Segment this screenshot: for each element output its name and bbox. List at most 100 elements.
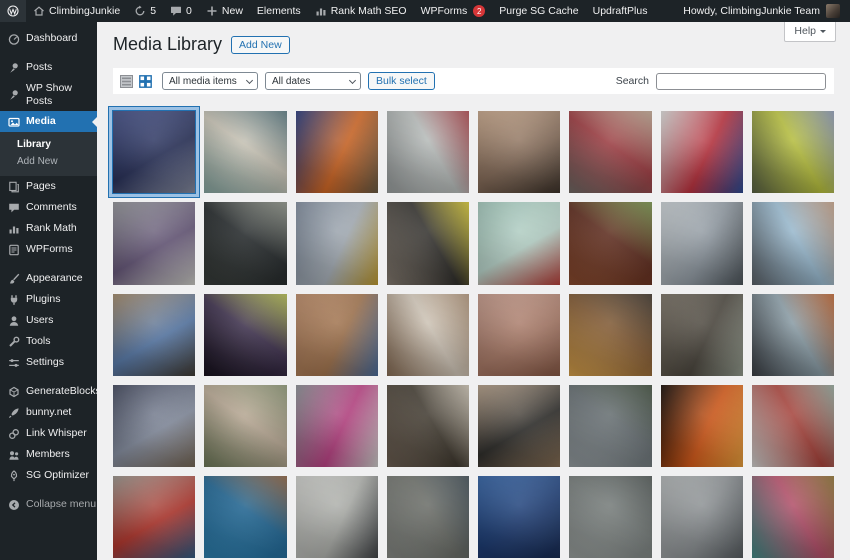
sidebar-item-settings[interactable]: Settings (0, 352, 97, 373)
sidebar-item-rank-math[interactable]: Rank Math (0, 218, 97, 239)
sidebar-item-collapse-menu[interactable]: Collapse menu (0, 494, 97, 515)
sidebar-item-wpforms[interactable]: WPForms (0, 239, 97, 260)
sidebar-item-dashboard[interactable]: Dashboard (0, 28, 97, 49)
media-item-boulder-field-hikers[interactable] (661, 476, 743, 558)
users-icon (7, 314, 20, 327)
sidebar-item-label: Media (26, 115, 56, 128)
media-item-climbing-shoes-closeup[interactable] (661, 294, 743, 376)
media-item-woman-tying-in-gray-purple[interactable] (113, 202, 195, 284)
media-item-vivid-ridge-hikers[interactable] (752, 476, 834, 558)
sidebar-item-label: Dashboard (26, 32, 77, 45)
media-item-gray-wall-belayer[interactable] (387, 476, 469, 558)
media-item-sunset-silhouette-pair[interactable] (569, 294, 651, 376)
admin-bar-updates[interactable]: 5 (127, 0, 163, 22)
sidebar-item-bunny-net[interactable]: bunny.net (0, 402, 97, 423)
admin-bar-comments[interactable]: 0 (163, 0, 199, 22)
admin-bar-updraftplus[interactable]: UpdraftPlus (586, 0, 655, 22)
media-item-outdoor-training-wall[interactable] (569, 476, 651, 558)
admin-bar-label: 0 (186, 5, 192, 17)
sidebar-item-plugins[interactable]: Plugins (0, 289, 97, 310)
media-item-blue-boulder-wall[interactable] (296, 202, 378, 284)
media-icon (7, 115, 20, 128)
media-item-woman-indoor-gray-wall[interactable] (387, 111, 469, 193)
media-item-orange-jacket-boulder-sky[interactable] (296, 111, 378, 193)
media-item-night-cave-light-beam[interactable] (204, 294, 286, 376)
settings-icon (7, 356, 20, 369)
sidebar-item-users[interactable]: Users (0, 310, 97, 331)
sidebar-item-posts[interactable]: Posts (0, 57, 97, 78)
admin-bar-wpforms[interactable]: WPForms2 (414, 0, 493, 22)
media-item-top-down-belay-view[interactable] (113, 294, 195, 376)
sidebar-item-label: WPForms (26, 243, 73, 256)
list-view-icon[interactable] (119, 74, 134, 89)
bulk-select-button[interactable]: Bulk select (368, 72, 435, 90)
media-item-crag-and-gym-pair[interactable] (569, 111, 651, 193)
submenu-item-library[interactable]: Library (0, 136, 97, 153)
media-item-rappel-gray-cliff[interactable] (569, 385, 651, 467)
admin-bar-elements[interactable]: Elements (250, 0, 308, 22)
media-item-woman-tan-rock[interactable] (478, 111, 560, 193)
sidebar-item-appearance[interactable]: Appearance (0, 268, 97, 289)
media-type-filter[interactable]: All media items (162, 72, 258, 90)
media-item-snowy-ridge-mountaineer[interactable] (661, 202, 743, 284)
admin-bar-label: WPForms (421, 5, 468, 17)
media-item-sandstone-sport-route[interactable] (296, 294, 378, 376)
sidebar-item-media[interactable]: Media (0, 111, 97, 132)
sidebar-item-tools[interactable]: Tools (0, 331, 97, 352)
sidebar-item-members[interactable]: Members (0, 444, 97, 465)
admin-bar-site-name[interactable]: ClimbingJunkie (26, 0, 127, 22)
sidebar-item-generateblocks[interactable]: GenerateBlocks (0, 381, 97, 402)
sidebar-item-label: SG Optimizer (26, 469, 89, 482)
media-item-yellow-jacket-crag-pair[interactable] (752, 111, 834, 193)
pin-icon (7, 61, 20, 74)
media-item-pink-boulder-problem[interactable] (296, 385, 378, 467)
admin-bar-wp-logo[interactable] (0, 0, 26, 22)
media-item-white-gym-session[interactable] (296, 476, 378, 558)
admin-bar-account[interactable]: Howdy, ClimbingJunkie Team (673, 0, 850, 22)
media-item-dark-gym-woman[interactable] (204, 202, 286, 284)
sidebar-item-pages[interactable]: Pages (0, 176, 97, 197)
media-item-chalked-hands[interactable] (387, 294, 469, 376)
media-item-dark-slab-blue-sky[interactable] (752, 202, 834, 284)
sidebar-item-link-whisper[interactable]: Link Whisper (0, 423, 97, 444)
sidebar-item-label: WP Show Posts (26, 82, 97, 107)
help-tab[interactable]: Help (784, 22, 836, 42)
admin-bar-new-content[interactable]: New (199, 0, 250, 22)
sidebar-item-label: Plugins (26, 293, 60, 306)
sidebar-item-wp-show-posts[interactable]: WP Show Posts (0, 78, 97, 111)
admin-bar-rank-math-seo[interactable]: Rank Math SEO (308, 0, 414, 22)
media-item-helmet-overhang-climber[interactable] (387, 385, 469, 467)
media-item-indoor-wall-holds-closeup[interactable] (204, 111, 286, 193)
media-item-desert-roof-climber[interactable] (478, 385, 560, 467)
search-input[interactable] (656, 73, 826, 90)
grid-view-icon[interactable] (138, 74, 153, 89)
admin-bar-purge-sg-cache[interactable]: Purge SG Cache (492, 0, 585, 22)
add-new-button[interactable]: Add New (231, 36, 290, 54)
admin-sidebar: DashboardPostsWP Show PostsMediaLibraryA… (0, 22, 97, 560)
sidebar-item-label: Link Whisper (26, 427, 87, 440)
media-item-chalk-dust-hands-sky[interactable] (113, 385, 195, 467)
media-item-sea-cliff-orange-climber[interactable] (752, 294, 834, 376)
media-item-sun-disc-silhouette[interactable] (661, 385, 743, 467)
media-item-rope-hang-blue-sky[interactable] (204, 476, 286, 558)
media-item-blue-ropes-coil[interactable] (478, 476, 560, 558)
sidebar-item-label: Collapse menu (26, 498, 96, 511)
media-item-desert-red-rock-climbers[interactable] (569, 202, 651, 284)
plus-icon (206, 5, 218, 17)
admin-bar-label: ClimbingJunkie (49, 5, 120, 17)
media-item-white-wall-red-blue-holds[interactable] (661, 111, 743, 193)
media-item-pink-rock-rope[interactable] (478, 294, 560, 376)
media-item-red-blue-alpinist[interactable] (113, 476, 195, 558)
submenu-item-add-new[interactable]: Add New (0, 153, 97, 170)
help-label: Help (794, 25, 816, 37)
media-item-indoor-blue-wall-climber[interactable] (113, 111, 195, 193)
sidebar-item-label: Pages (26, 180, 56, 193)
link-icon (7, 427, 20, 440)
media-item-white-gym-red-climber[interactable] (752, 385, 834, 467)
date-filter[interactable]: All dates (265, 72, 361, 90)
sidebar-item-sg-optimizer[interactable]: SG Optimizer (0, 465, 97, 486)
sidebar-item-comments[interactable]: Comments (0, 197, 97, 218)
media-item-hand-on-rock-face[interactable] (204, 385, 286, 467)
media-item-overhang-yellow-volume[interactable] (387, 202, 469, 284)
media-item-mint-wall-kid[interactable] (478, 202, 560, 284)
